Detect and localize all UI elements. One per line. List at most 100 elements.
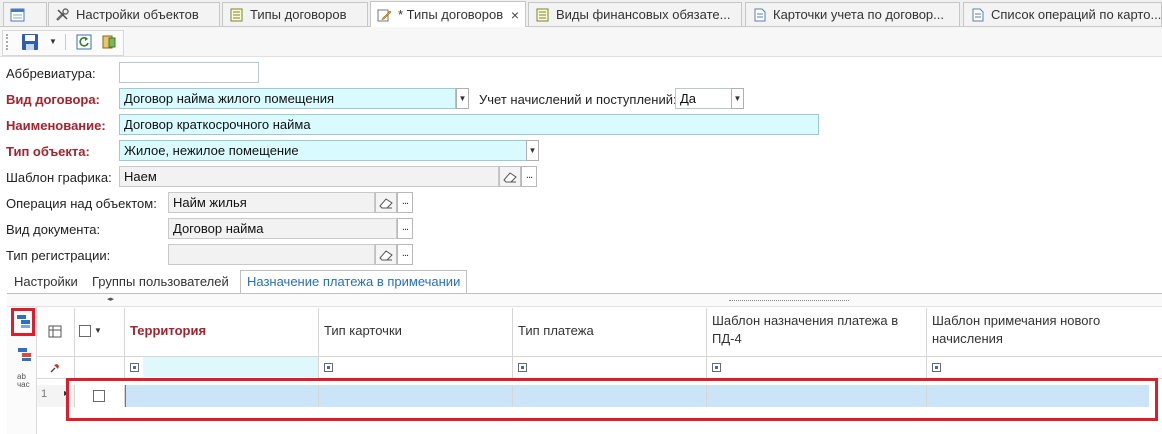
document-tab-strip: Настройки объектов Типы договоров * Типы… [0,0,1162,27]
object-type-select[interactable]: Жилое, нежилое помещение [119,140,527,161]
eraser-icon [379,197,393,208]
tab-card-operations[interactable]: Список операций по карто... [963,2,1162,26]
tab-home[interactable] [3,2,47,26]
payment-purpose-grid: ◂▸ ab час ▼ Территория Тип карточки Тип … [7,293,1162,434]
tab-object-settings[interactable]: Настройки объектов [48,2,220,26]
column-header-payment-purpose-template[interactable]: Шаблон назначения платежа в ПД-4 [707,308,927,356]
edit-document-icon [377,9,392,21]
tab-label: * Типы договоров [398,7,504,22]
column-header-card-type[interactable]: Тип карточки [319,308,513,356]
object-operation-label: Операция над объектом: [6,196,157,211]
toolbar: ▼ [0,27,1162,57]
accounting-select[interactable]: Да [675,88,732,109]
document-icon [754,8,766,21]
column-chooser-cell[interactable] [37,308,75,356]
contract-kind-label: Вид договора: [6,92,100,107]
tab-label: Типы договоров [250,7,347,22]
grid-header-row: ▼ Территория Тип карточки Тип платежа Ша… [37,308,1162,357]
filter-condition-icon[interactable] [932,363,941,372]
group-by-panel[interactable]: ◂▸ [7,294,1162,307]
row-number: 1 [41,388,48,400]
filter-cell-payment-type[interactable] [513,357,707,378]
filter-condition-icon[interactable] [518,363,527,372]
tab-contract-cards[interactable]: Карточки учета по договор... [745,2,960,26]
contract-kind-select[interactable]: Договор найма жилого помещения [119,88,456,109]
registration-type-clear-button[interactable] [375,244,397,265]
select-all-checkbox[interactable] [79,325,91,337]
object-operation-input[interactable]: Найм жилья [168,192,375,213]
column-header-territory[interactable]: Территория [125,308,319,356]
column-resize-handle[interactable]: ◂▸ [107,296,121,303]
tab-label: Настройки объектов [76,7,199,22]
tab-label: Список операций по карто... [991,7,1162,22]
tab-label: Карточки учета по договор... [773,7,944,22]
select-all-cell: ▼ [75,308,125,356]
filter-condition-icon[interactable] [712,363,721,372]
dropdown-arrow-icon[interactable]: ▼ [49,33,59,51]
filter-condition-icon[interactable] [324,363,333,372]
accounting-dropdown-icon[interactable]: ▼ [731,88,744,109]
object-type-dropdown-icon[interactable]: ▼ [526,140,539,161]
name-label: Наименование: [6,118,106,133]
filter-input-territory[interactable] [143,357,318,377]
document-kind-label: Вид документа: [6,222,101,237]
filter-cell-new-charge-note-template[interactable] [927,357,1162,378]
column-chooser-icon [48,325,62,338]
tab-contract-types[interactable]: Типы договоров [222,2,368,26]
tools-icon [56,7,69,21]
document-list-icon [536,8,549,21]
document-icon [972,8,984,21]
toolbar-group: ▼ [2,30,124,56]
object-operation-clear-button[interactable] [375,192,397,213]
grid-filter-row [37,357,1162,379]
text-wrap-icon[interactable]: ab час [17,373,30,389]
exit-icon[interactable] [101,34,117,50]
filter-condition-icon[interactable] [130,363,139,372]
tab-contract-types-edit[interactable]: * Типы договоров × [370,1,526,27]
toolbar-grip[interactable] [6,34,10,50]
object-operation-browse-button[interactable]: ... [397,192,413,213]
save-icon[interactable] [21,33,39,51]
document-kind-input[interactable]: Договор найма [168,218,397,239]
filter-row-indicator [37,357,75,378]
filter-cell-territory[interactable] [125,357,319,378]
accounting-label: Учет начислений и поступлений: [479,92,677,107]
registration-type-input[interactable] [168,244,375,265]
eraser-icon [503,171,517,182]
document-list-icon [230,8,243,21]
eraser-icon [379,249,393,260]
column-header-payment-type[interactable]: Тип платежа [513,308,707,356]
registration-type-label: Тип регистрации: [6,248,111,263]
column-header-new-charge-note-template[interactable]: Шаблон примечания нового начисления [927,308,1162,356]
schedule-template-input[interactable]: Наем [119,166,499,187]
highlight-frame [66,378,1158,421]
contract-kind-dropdown-icon[interactable]: ▼ [456,88,469,109]
column-drag-indicator [729,300,849,301]
filter-cell-payment-purpose-template[interactable] [707,357,927,378]
tab-financial-obligation-kinds[interactable]: Виды финансовых обязате... [528,2,742,26]
tab-settings[interactable]: Настройки [14,271,78,293]
schedule-template-clear-button[interactable] [499,166,521,187]
tab-label: Виды финансовых обязате... [556,7,731,22]
filter-cell-card-type[interactable] [319,357,513,378]
close-icon[interactable]: × [511,7,519,23]
ungroup-icon[interactable] [17,347,32,362]
document-kind-browse-button[interactable]: ... [397,218,413,239]
refresh-icon[interactable] [76,34,92,50]
pin-icon [50,364,59,373]
grid-side-toolbar: ab час [7,307,37,434]
tab-user-groups[interactable]: Группы пользователей [92,271,229,293]
tab-payment-purpose[interactable]: Назначение платежа в примечании [240,270,468,294]
abbreviation-label: Аббревиатура: [6,66,96,81]
group-by-button[interactable] [11,308,35,336]
select-menu-chevron-down-icon[interactable]: ▼ [94,326,102,335]
abbreviation-input[interactable] [119,62,259,83]
toolbar-divider [65,34,66,50]
name-input[interactable]: Договор краткосрочного найма [119,114,819,135]
object-type-label: Тип объекта: [6,144,90,159]
schedule-template-browse-button[interactable]: ... [521,166,537,187]
group-by-icon [17,315,30,328]
filter-cell-select [75,357,125,378]
registration-type-browse-button[interactable]: ... [397,244,413,265]
schedule-template-label: Шаблон графика: [6,170,112,185]
